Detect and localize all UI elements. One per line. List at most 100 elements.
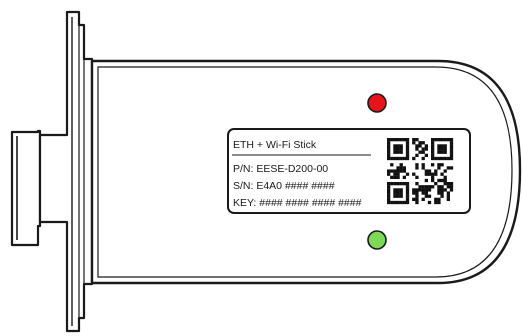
qr-module — [427, 169, 432, 173]
qr-module — [418, 188, 422, 192]
qr-module — [421, 150, 425, 154]
qr-module — [431, 185, 435, 189]
qr-module — [412, 191, 416, 195]
qr-module — [434, 197, 438, 201]
qr-module — [405, 156, 410, 161]
label-title: ETH + Wi-Fi Stick — [233, 139, 317, 151]
qr-module — [421, 166, 425, 170]
qr-module — [390, 169, 394, 173]
label-serial-number: S/N: E4A0 #### #### — [233, 180, 335, 192]
qr-code-icon — [387, 138, 454, 205]
qr-module — [424, 153, 428, 157]
device-illustration: ETH + Wi-Fi Stick P/N: EESE-D200-00 S/N:… — [10, 10, 522, 333]
qr-module — [443, 188, 447, 192]
qr-module — [387, 150, 391, 154]
qr-module — [402, 169, 406, 173]
qr-module — [402, 138, 406, 142]
qr-module — [427, 185, 432, 189]
qr-module — [393, 156, 397, 161]
qr-module — [405, 144, 410, 148]
qr-module — [440, 194, 444, 198]
qr-module — [424, 185, 428, 189]
qr-module — [415, 163, 419, 167]
qr-module — [449, 182, 454, 186]
qr-module — [440, 144, 444, 148]
qr-module — [434, 182, 438, 186]
qr-module — [405, 191, 410, 195]
qr-module — [449, 166, 454, 170]
qr-module — [449, 156, 454, 161]
qr-module — [443, 147, 447, 151]
qr-module — [437, 150, 441, 154]
qr-module — [393, 169, 397, 173]
qr-module — [412, 172, 416, 176]
qr-module — [402, 156, 406, 161]
qr-module — [415, 194, 419, 198]
qr-module — [387, 185, 391, 189]
qr-module — [396, 194, 400, 198]
qr-module — [415, 166, 419, 170]
qr-module — [393, 172, 397, 176]
qr-module — [443, 138, 447, 142]
qr-module — [446, 191, 450, 195]
qr-module — [396, 175, 400, 179]
qr-module — [431, 172, 435, 176]
qr-module — [437, 188, 441, 192]
qr-module — [405, 185, 410, 189]
qr-module — [393, 138, 397, 142]
qr-module — [399, 147, 403, 151]
qr-module — [387, 138, 391, 142]
qr-module — [387, 172, 391, 176]
qr-module — [431, 163, 435, 167]
qr-module — [418, 141, 422, 145]
qr-module — [390, 175, 394, 179]
qr-module — [405, 200, 410, 205]
label-part-number: P/N: EESE-D200-00 — [233, 163, 328, 175]
qr-module — [440, 147, 444, 151]
qr-module — [415, 197, 419, 201]
qr-module — [443, 175, 447, 179]
qr-module — [446, 166, 450, 170]
qr-module — [399, 169, 403, 173]
qr-module — [440, 163, 444, 167]
qr-module — [431, 141, 435, 145]
qr-module — [415, 144, 419, 148]
qr-module — [415, 182, 419, 186]
qr-module — [387, 156, 391, 161]
qr-module — [431, 138, 435, 142]
qr-module — [405, 138, 410, 142]
qr-module — [434, 169, 438, 173]
qr-module — [437, 191, 441, 195]
qr-module — [405, 147, 410, 151]
qr-module — [421, 197, 425, 201]
status-led-green — [367, 230, 387, 250]
qr-module — [399, 150, 403, 154]
qr-module — [449, 141, 454, 145]
qr-module — [431, 178, 435, 183]
qr-module — [396, 191, 400, 195]
qr-module — [431, 144, 435, 148]
qr-module — [393, 147, 397, 151]
qr-module — [449, 188, 454, 192]
qr-module — [387, 197, 391, 201]
qr-module — [424, 169, 428, 173]
qr-module — [431, 175, 435, 179]
qr-module — [440, 138, 444, 142]
qr-module — [396, 172, 400, 176]
qr-module — [437, 200, 441, 205]
qr-module — [424, 188, 428, 192]
qr-module — [440, 150, 444, 154]
qr-module — [446, 194, 450, 198]
qr-module — [440, 185, 444, 189]
qr-module — [443, 144, 447, 148]
qr-module — [390, 138, 394, 142]
qr-module — [387, 194, 391, 198]
qr-module — [402, 175, 406, 179]
qr-module — [437, 144, 441, 148]
qr-module — [405, 150, 410, 154]
qr-module — [427, 200, 432, 205]
qr-module — [427, 172, 432, 176]
qr-module — [415, 200, 419, 205]
qr-module — [443, 150, 447, 154]
qr-module — [440, 172, 444, 176]
